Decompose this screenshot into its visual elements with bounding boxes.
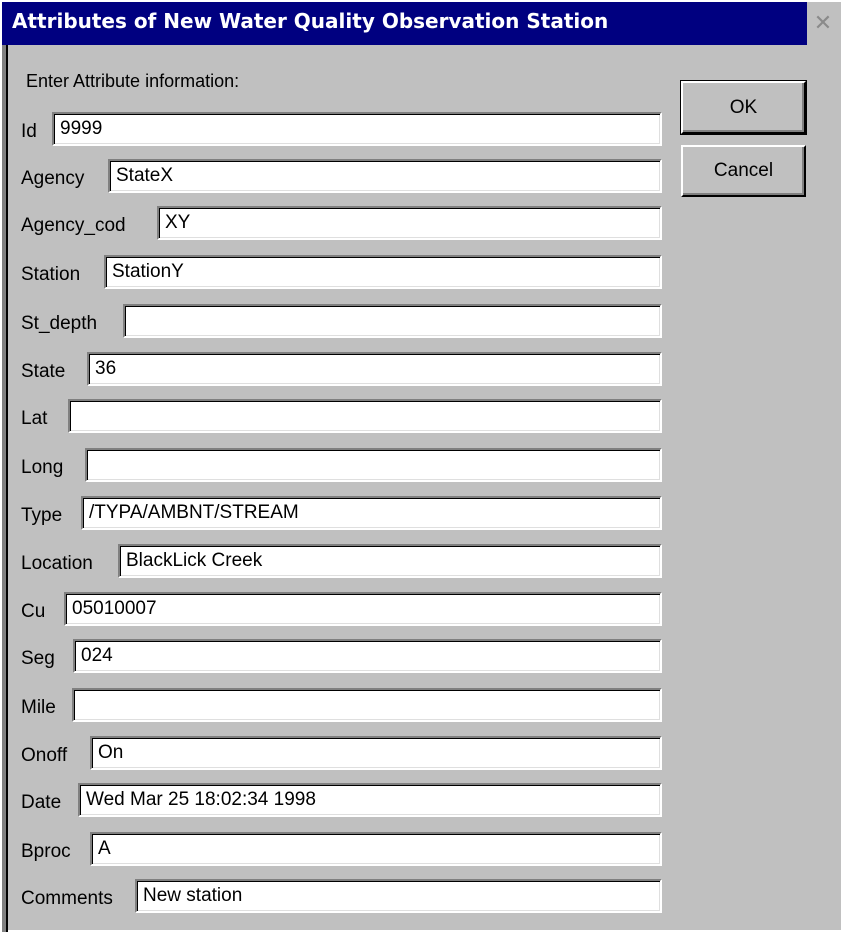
field-label-mile: Mile [21,697,56,718]
field-label-location: Location [21,553,93,574]
title-bar[interactable]: Attributes of New Water Quality Observat… [2,2,841,45]
lat-input[interactable] [68,399,662,433]
field-label-agency: Agency [21,168,85,189]
field-row-location: Location BlackLick Creek [2,544,662,584]
field-label-station: Station [21,264,81,285]
field-label-onoff: Onoff [21,745,68,766]
comments-input[interactable]: New station [135,879,662,913]
agency-cod-input[interactable]: XY [157,206,662,240]
type-input[interactable]: /TYPA/AMBNT/STREAM [81,496,662,530]
field-label-lat: Lat [21,408,48,429]
field-label-state: State [21,361,66,382]
field-row-station: Station StationY [2,255,662,295]
field-label-bproc: Bproc [21,841,71,862]
field-label-st-depth: St_depth [21,313,98,334]
field-row-onoff: Onoff On [2,736,662,776]
field-label-date: Date [21,792,62,813]
long-input[interactable] [85,448,662,482]
field-row-st-depth: St_depth [2,304,662,344]
attributes-dialog: Attributes of New Water Quality Observat… [0,0,841,932]
field-label-id: Id [21,121,37,142]
field-row-type: Type /TYPA/AMBNT/STREAM [2,496,662,536]
cancel-button[interactable]: Cancel [681,145,806,197]
field-row-state: State 36 [2,352,662,392]
field-label-long: Long [21,457,64,478]
mile-input[interactable] [72,688,662,722]
field-label-comments: Comments [21,888,113,909]
location-input[interactable]: BlackLick Creek [118,544,662,578]
id-input[interactable]: 9999 [52,112,662,146]
field-row-date: Date Wed Mar 25 18:02:34 1998 [2,783,662,823]
agency-input[interactable]: StateX [108,159,662,193]
field-row-agency: Agency StateX [2,159,662,199]
field-row-id: Id 9999 [2,112,662,152]
st-depth-input[interactable] [123,304,662,338]
field-row-seg: Seg 024 [2,639,662,679]
station-input[interactable]: StationY [104,255,662,289]
field-label-type: Type [21,505,63,526]
date-input[interactable]: Wed Mar 25 18:02:34 1998 [78,783,662,817]
bproc-input[interactable]: A [90,832,662,866]
ok-button[interactable]: OK [680,80,807,135]
state-input[interactable]: 36 [87,352,662,386]
field-row-cu: Cu 05010007 [2,592,662,632]
seg-input[interactable]: 024 [73,639,662,673]
field-row-long: Long [2,448,662,488]
field-row-comments: Comments New station [2,879,662,919]
cu-input[interactable]: 05010007 [64,592,662,626]
onoff-input[interactable]: On [90,736,662,770]
field-row-lat: Lat [2,399,662,439]
field-label-agency-cod: Agency_cod [21,215,126,236]
field-row-mile: Mile [2,688,662,728]
close-icon[interactable]: ✕ [807,2,839,45]
field-label-seg: Seg [21,648,55,669]
field-row-agency-cod: Agency_cod XY [2,206,662,246]
field-label-cu: Cu [21,601,46,622]
dialog-title: Attributes of New Water Quality Observat… [12,9,609,33]
form-heading: Enter Attribute information: [26,71,240,91]
field-row-bproc: Bproc A [2,832,662,872]
